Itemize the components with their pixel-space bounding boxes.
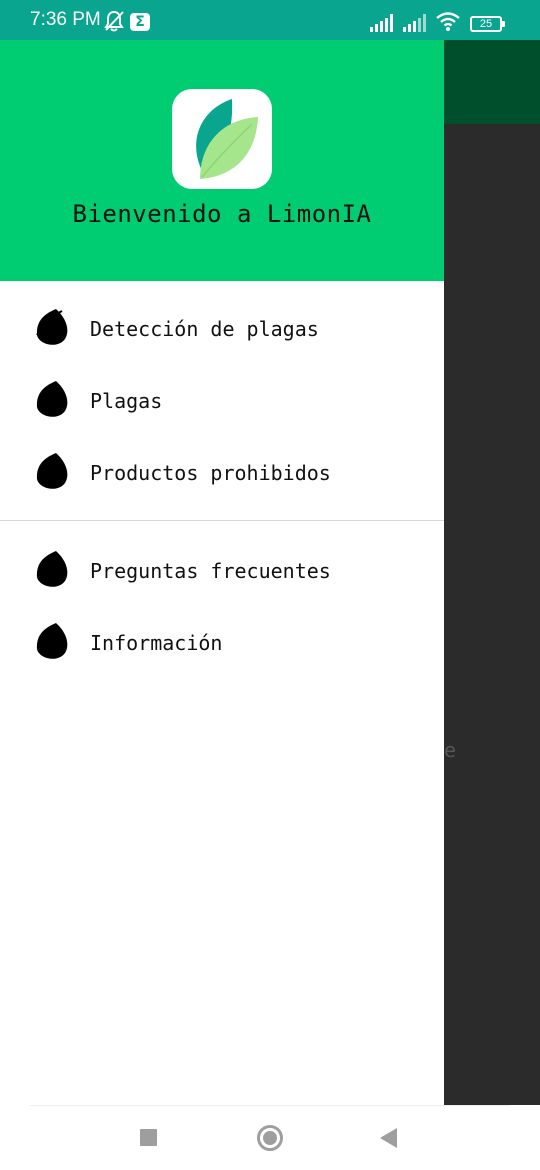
background-text: e xyxy=(444,738,457,762)
menu-item-productos-prohibidos[interactable]: Productos prohibidos xyxy=(0,437,444,509)
leaf-icon xyxy=(34,309,68,351)
menu-item-plagas[interactable]: Plagas xyxy=(0,365,444,437)
menu-item-label: Detección de plagas xyxy=(90,317,319,341)
back-icon[interactable] xyxy=(380,1128,398,1152)
battery-icon: 25 xyxy=(470,16,505,32)
menu-item-preguntas-frecuentes[interactable]: Preguntas frecuentes xyxy=(0,535,444,607)
navigation-drawer: Bienvenido a LimonIA Detección de plagas… xyxy=(0,40,444,1105)
drawer-header: Bienvenido a LimonIA xyxy=(0,40,444,281)
drawer-scrim[interactable] xyxy=(444,124,540,1105)
system-nav-bar xyxy=(0,1105,540,1170)
bell-off-icon xyxy=(103,10,125,36)
status-bar: 7:36 PM Σ 25 xyxy=(0,0,540,40)
menu-divider xyxy=(0,520,444,521)
leaf-icon xyxy=(34,453,68,495)
menu-item-deteccion-de-plagas[interactable]: Detección de plagas xyxy=(0,293,444,365)
home-icon[interactable] xyxy=(257,1125,283,1151)
status-time: 7:36 PM xyxy=(30,9,101,30)
signal-icon xyxy=(403,14,429,36)
drawer-header-title: Bienvenido a LimonIA xyxy=(72,200,372,228)
wifi-icon xyxy=(436,12,460,36)
leaf-logo-icon xyxy=(172,89,272,189)
sigma-icon: Σ xyxy=(130,13,150,31)
menu-item-label: Preguntas frecuentes xyxy=(90,559,331,583)
menu-item-label: Plagas xyxy=(90,389,163,413)
background-app-bar xyxy=(444,40,540,124)
leaf-icon xyxy=(34,381,68,423)
nav-divider xyxy=(30,1105,510,1106)
menu-item-label: Productos prohibidos xyxy=(90,461,331,485)
menu-item-label: Información xyxy=(90,631,223,655)
signal-icon xyxy=(370,14,396,36)
menu-item-informacion[interactable]: Información xyxy=(0,607,444,679)
leaf-icon xyxy=(34,551,68,593)
leaf-icon xyxy=(34,623,68,665)
recents-icon[interactable] xyxy=(140,1129,157,1146)
